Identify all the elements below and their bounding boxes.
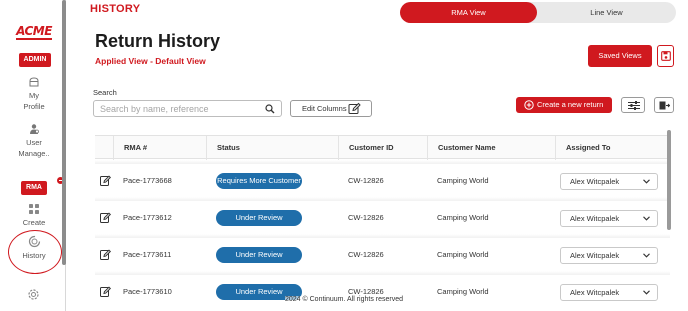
cell-customer-id: CW-12826 <box>348 250 384 259</box>
assigned-to-select[interactable]: Alex Witcpalek <box>560 247 658 264</box>
cell-customer-name: Camping World <box>437 250 489 259</box>
edit-icon[interactable] <box>100 286 111 297</box>
cell-status: Requires More Customer <box>206 164 338 198</box>
column-header-assigned-to[interactable]: Assigned To <box>555 136 670 160</box>
cell-customer-name: Camping World <box>437 213 489 222</box>
edit-columns-label: Edit Columns <box>302 104 347 113</box>
cell-rma[interactable]: Pace-1773612 <box>113 201 206 235</box>
column-header-rma[interactable]: RMA # <box>113 136 206 160</box>
cell-customer-id: CW-12826 <box>348 213 384 222</box>
assigned-to-value: Alex Witcpalek <box>570 177 620 186</box>
sidebar-item-label: User Manage.. <box>18 138 50 158</box>
sidebar-item-label: History <box>22 251 46 260</box>
edit-cell[interactable] <box>95 164 113 198</box>
cell-rma[interactable]: Pace-1773611 <box>113 238 206 272</box>
assigned-to-select[interactable]: Alex Witcpalek <box>560 173 658 190</box>
edit-cell[interactable] <box>95 238 113 272</box>
search-input[interactable] <box>100 103 260 115</box>
search-label: Search <box>93 88 117 97</box>
edit-cell[interactable] <box>95 275 113 305</box>
cell-customer-id: CW-12826 <box>348 176 384 185</box>
cell-assigned-to: Alex Witcpalek <box>555 164 670 198</box>
table-row[interactable]: Pace-1773612 Under Review CW-12826 Campi… <box>95 197 670 235</box>
search-icon[interactable] <box>265 104 275 114</box>
save-view-button[interactable] <box>657 45 674 67</box>
cell-rma[interactable]: Pace-1773668 <box>113 164 206 198</box>
tab-rma-view[interactable]: RMA View <box>400 2 537 23</box>
export-button[interactable] <box>654 97 674 113</box>
edit-icon[interactable] <box>100 249 111 260</box>
create-return-label: Create a new return <box>537 100 604 109</box>
edit-columns-button[interactable]: Edit Columns <box>290 100 372 117</box>
chevron-down-icon <box>643 253 650 258</box>
user-manage-icon <box>30 124 39 134</box>
footer-copyright: 2024 © Continuum. All rights reserved <box>285 296 403 303</box>
chevron-down-icon <box>643 179 650 184</box>
filter-button[interactable] <box>621 97 645 113</box>
create-return-button[interactable]: Create a new return <box>516 97 612 113</box>
export-icon <box>659 101 670 110</box>
filter-sliders-icon <box>628 101 640 110</box>
cell-customer-name: Camping World <box>437 176 489 185</box>
cell-rma[interactable]: Pace-1773610 <box>113 275 206 305</box>
assigned-to-value: Alex Witcpalek <box>570 288 620 297</box>
view-toggle: RMA View Line View <box>400 2 676 23</box>
plus-circle-icon <box>524 100 534 110</box>
edit-cell[interactable] <box>95 201 113 235</box>
cell-assigned-to: Alex Witcpalek <box>555 275 670 305</box>
edit-icon[interactable] <box>100 175 111 186</box>
sidebar-item-create[interactable]: Create <box>6 203 62 231</box>
sidebar-item-label: My Profile <box>23 91 45 111</box>
assigned-to-value: Alex Witcpalek <box>570 251 620 260</box>
saved-views-button[interactable]: Saved Views <box>588 45 652 67</box>
admin-badge[interactable]: ADMIN <box>19 53 51 67</box>
edit-icon[interactable] <box>100 212 111 223</box>
sidebar: ACME ADMIN My Profile User Manage.. RMA … <box>0 0 66 311</box>
acme-logo: ACME <box>14 24 54 40</box>
table-scrollbar[interactable] <box>667 130 671 230</box>
search-box <box>93 100 282 117</box>
sidebar-item-user-manage[interactable]: User Manage.. <box>6 123 62 159</box>
sidebar-item-my-profile[interactable]: My Profile <box>6 76 62 112</box>
table-row[interactable]: Pace-1773668 Requires More Customer CW-1… <box>95 160 670 198</box>
history-icon <box>28 235 40 248</box>
sidebar-scrollbar[interactable] <box>62 0 66 265</box>
page-title: Return History <box>95 31 221 51</box>
status-badge: Under Review <box>216 210 302 226</box>
table-header: RMA # Status Customer ID Customer Name A… <box>95 135 670 160</box>
create-grid-icon <box>29 204 39 214</box>
cell-assigned-to: Alex Witcpalek <box>555 201 670 235</box>
chevron-down-icon <box>643 216 650 221</box>
cell-assigned-to: Alex Witcpalek <box>555 238 670 272</box>
edit-columns-icon <box>348 102 361 114</box>
breadcrumb: HISTORY <box>90 3 141 15</box>
column-header-customer-name[interactable]: Customer Name <box>427 136 555 160</box>
cell-status: Under Review <box>206 238 338 272</box>
chevron-down-icon <box>643 290 650 295</box>
cell-customer-name: Camping World <box>437 287 489 296</box>
rma-table: RMA # Status Customer ID Customer Name A… <box>95 135 670 305</box>
applied-view-label: Applied View - Default View <box>95 56 206 66</box>
table-row[interactable]: Pace-1773611 Under Review CW-12826 Campi… <box>95 234 670 272</box>
assigned-to-select[interactable]: Alex Witcpalek <box>560 284 658 301</box>
assigned-to-select[interactable]: Alex Witcpalek <box>560 210 658 227</box>
cell-status: Under Review <box>206 201 338 235</box>
rma-badge[interactable]: RMA <box>21 181 47 195</box>
tab-line-view[interactable]: Line View <box>537 2 676 23</box>
assigned-to-value: Alex Witcpalek <box>570 214 620 223</box>
sidebar-item-history[interactable]: History <box>6 235 62 261</box>
sidebar-item-label: Create <box>22 218 46 227</box>
status-badge: Requires More Customer <box>216 173 302 189</box>
settings-icon[interactable] <box>27 288 40 301</box>
column-header-status[interactable]: Status <box>206 136 338 160</box>
save-icon <box>661 51 671 61</box>
status-badge: Under Review <box>216 247 302 263</box>
profile-icon <box>29 77 39 87</box>
column-header-customer-id[interactable]: Customer ID <box>338 136 427 160</box>
header-edit-column <box>95 136 113 160</box>
